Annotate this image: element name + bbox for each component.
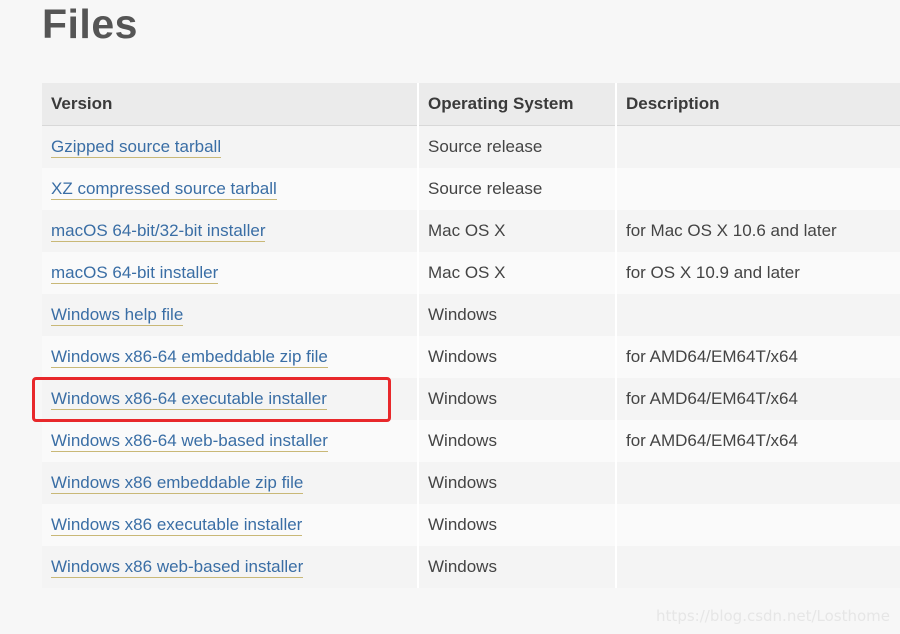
file-link-windows-x86-embeddable-zip[interactable]: Windows x86 embeddable zip file [51,473,304,494]
table-row: macOS 64-bit installer Mac OS X for OS X… [42,252,900,294]
file-link-windows-x86-executable-installer[interactable]: Windows x86 executable installer [51,515,303,536]
table-row: Windows x86-64 web-based installer Windo… [42,420,900,462]
description-cell [616,125,900,168]
table-row-highlighted: Windows x86-64 executable installer Wind… [42,378,900,420]
file-link-windows-help-file[interactable]: Windows help file [51,305,184,326]
os-cell: Source release [418,125,617,168]
description-cell [616,294,900,336]
os-cell: Mac OS X [418,210,617,252]
version-cell: Windows x86 embeddable zip file [42,462,419,504]
description-cell: for AMD64/EM64T/x64 [616,336,900,378]
version-cell: Windows x86 executable installer [42,504,419,546]
watermark: https://blog.csdn.net/Losthome [656,607,890,625]
version-cell: XZ compressed source tarball [42,168,419,210]
description-cell [616,462,900,504]
file-link-windows-x86-64-web-based-installer[interactable]: Windows x86-64 web-based installer [51,431,328,452]
os-cell: Mac OS X [418,252,617,294]
description-cell: for Mac OS X 10.6 and later [616,210,900,252]
os-cell: Source release [418,168,617,210]
version-cell: macOS 64-bit/32-bit installer [42,210,419,252]
version-cell: macOS 64-bit installer [42,252,419,294]
file-link-gzipped-source-tarball[interactable]: Gzipped source tarball [51,137,222,158]
description-cell: for AMD64/EM64T/x64 [616,378,900,420]
file-link-windows-x86-web-based-installer[interactable]: Windows x86 web-based installer [51,557,304,578]
table-row: macOS 64-bit/32-bit installer Mac OS X f… [42,210,900,252]
table-row: Windows x86 web-based installer Windows [42,546,900,588]
description-cell: for AMD64/EM64T/x64 [616,420,900,462]
table-row: Windows x86 embeddable zip file Windows [42,462,900,504]
table-row: XZ compressed source tarball Source rele… [42,168,900,210]
version-cell: Windows help file [42,294,419,336]
description-cell [616,168,900,210]
os-cell: Windows [418,420,617,462]
version-cell: Gzipped source tarball [42,125,419,168]
version-cell: Windows x86-64 executable installer [42,378,419,420]
table-row: Windows help file Windows [42,294,900,336]
os-cell: Windows [418,336,617,378]
os-cell: Windows [418,546,617,588]
column-header-version: Version [42,83,419,126]
os-cell: Windows [418,504,617,546]
table-row: Gzipped source tarball Source release [42,125,900,168]
file-link-xz-compressed-source-tarball[interactable]: XZ compressed source tarball [51,179,277,200]
file-link-macos-64-bit-installer[interactable]: macOS 64-bit installer [51,263,219,284]
table-header-row: Version Operating System Description [42,83,900,126]
column-header-description: Description [616,83,900,126]
os-cell: Windows [418,378,617,420]
page-title: Files [42,1,138,47]
version-cell: Windows x86-64 embeddable zip file [42,336,419,378]
description-cell [616,504,900,546]
table-row: Windows x86 executable installer Windows [42,504,900,546]
file-link-windows-x86-64-executable-installer[interactable]: Windows x86-64 executable installer [51,389,327,410]
file-link-windows-x86-64-embeddable-zip[interactable]: Windows x86-64 embeddable zip file [51,347,328,368]
version-cell: Windows x86 web-based installer [42,546,419,588]
os-cell: Windows [418,294,617,336]
files-table: Version Operating System Description Gzi… [42,83,900,588]
description-cell [616,546,900,588]
version-cell: Windows x86-64 web-based installer [42,420,419,462]
os-cell: Windows [418,462,617,504]
table-row: Windows x86-64 embeddable zip file Windo… [42,336,900,378]
column-header-operating-system: Operating System [418,83,617,126]
file-link-macos-64-32-bit-installer[interactable]: macOS 64-bit/32-bit installer [51,221,266,242]
description-cell: for OS X 10.9 and later [616,252,900,294]
